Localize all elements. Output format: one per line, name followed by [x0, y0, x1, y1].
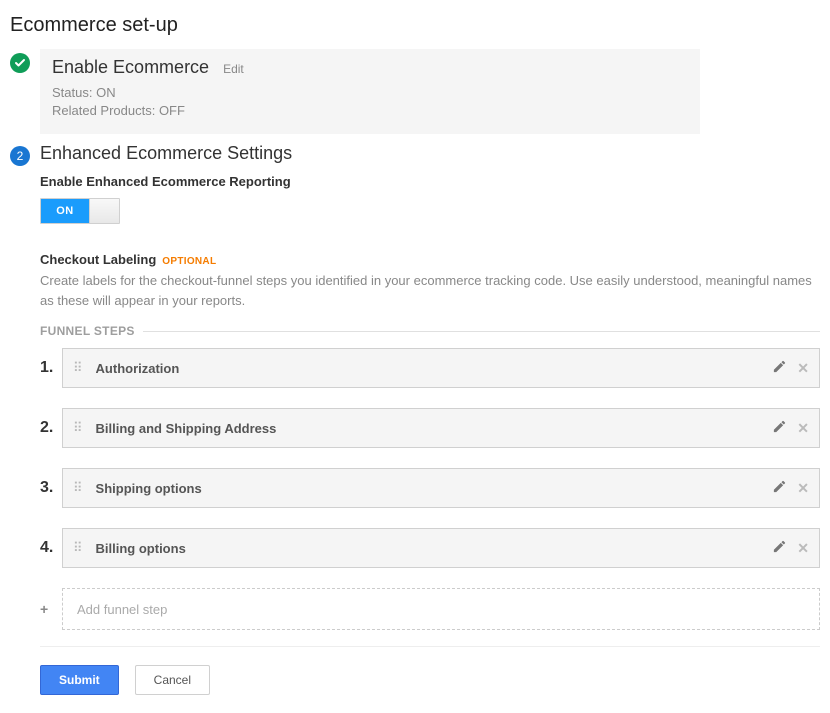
funnel-step-input[interactable]: ⠿ ✕ — [62, 528, 820, 568]
enable-enhanced-label: Enable Enhanced Ecommerce Reporting — [40, 174, 820, 189]
optional-tag: OPTIONAL — [162, 256, 216, 267]
checkout-description: Create labels for the checkout-funnel st… — [40, 271, 820, 310]
close-icon[interactable]: ✕ — [797, 480, 809, 497]
funnel-step-row: 3. ⠿ ✕ — [40, 468, 820, 508]
checkout-labeling-heading: Checkout Labeling — [40, 252, 156, 267]
plus-icon: + — [40, 601, 62, 617]
funnel-step-input[interactable]: ⠿ ✕ — [62, 468, 820, 508]
add-funnel-placeholder: Add funnel step — [77, 602, 167, 617]
pencil-icon[interactable] — [772, 419, 787, 438]
close-icon[interactable]: ✕ — [797, 420, 809, 437]
step-1-title: Enable Ecommerce — [52, 57, 209, 78]
toggle-handle — [89, 199, 119, 223]
pencil-icon[interactable] — [772, 539, 787, 558]
add-funnel-step-row[interactable]: + Add funnel step — [40, 588, 820, 630]
status-text: Status: ON — [52, 84, 688, 102]
funnel-step-input[interactable]: ⠿ ✕ — [62, 408, 820, 448]
related-products-text: Related Products: OFF — [52, 102, 688, 120]
enhanced-reporting-toggle[interactable]: ON — [40, 198, 120, 224]
funnel-step-input[interactable]: ⠿ ✕ — [62, 348, 820, 388]
funnel-step-name-input[interactable] — [94, 420, 773, 437]
pencil-icon[interactable] — [772, 359, 787, 378]
drag-handle-icon[interactable]: ⠿ — [73, 484, 84, 492]
step-2-badge: 2 — [10, 146, 30, 166]
divider — [143, 331, 820, 332]
submit-button[interactable]: Submit — [40, 665, 119, 695]
toggle-on-label: ON — [41, 199, 89, 223]
funnel-step-name-input[interactable] — [94, 540, 773, 557]
funnel-step-number: 1. — [40, 359, 62, 377]
drag-handle-icon[interactable]: ⠿ — [73, 364, 84, 372]
funnel-step-number: 2. — [40, 419, 62, 437]
edit-link[interactable]: Edit — [223, 62, 244, 76]
funnel-step-row: 1. ⠿ ✕ — [40, 348, 820, 388]
step-2-block: 2 Enhanced Ecommerce Settings Enable Enh… — [10, 142, 820, 695]
check-icon — [10, 53, 30, 73]
funnel-step-name-input[interactable] — [94, 360, 773, 377]
page-title: Ecommerce set-up — [10, 14, 820, 37]
close-icon[interactable]: ✕ — [797, 360, 809, 377]
step-1-block: Enable Ecommerce Edit Status: ON Related… — [10, 49, 820, 134]
add-funnel-step-input[interactable]: Add funnel step — [62, 588, 820, 630]
close-icon[interactable]: ✕ — [797, 540, 809, 557]
funnel-steps-label: FUNNEL STEPS — [40, 324, 135, 338]
funnel-step-name-input[interactable] — [94, 480, 773, 497]
drag-handle-icon[interactable]: ⠿ — [73, 544, 84, 552]
pencil-icon[interactable] — [772, 479, 787, 498]
funnel-step-number: 3. — [40, 479, 62, 497]
divider — [40, 646, 820, 647]
funnel-step-row: 2. ⠿ ✕ — [40, 408, 820, 448]
cancel-button[interactable]: Cancel — [135, 665, 210, 695]
step-2-title: Enhanced Ecommerce Settings — [40, 143, 820, 164]
funnel-step-row: 4. ⠿ ✕ — [40, 528, 820, 568]
funnel-steps-list: 1. ⠿ ✕ 2. ⠿ ✕ 3. ⠿ — [40, 348, 820, 568]
funnel-step-number: 4. — [40, 539, 62, 557]
drag-handle-icon[interactable]: ⠿ — [73, 424, 84, 432]
